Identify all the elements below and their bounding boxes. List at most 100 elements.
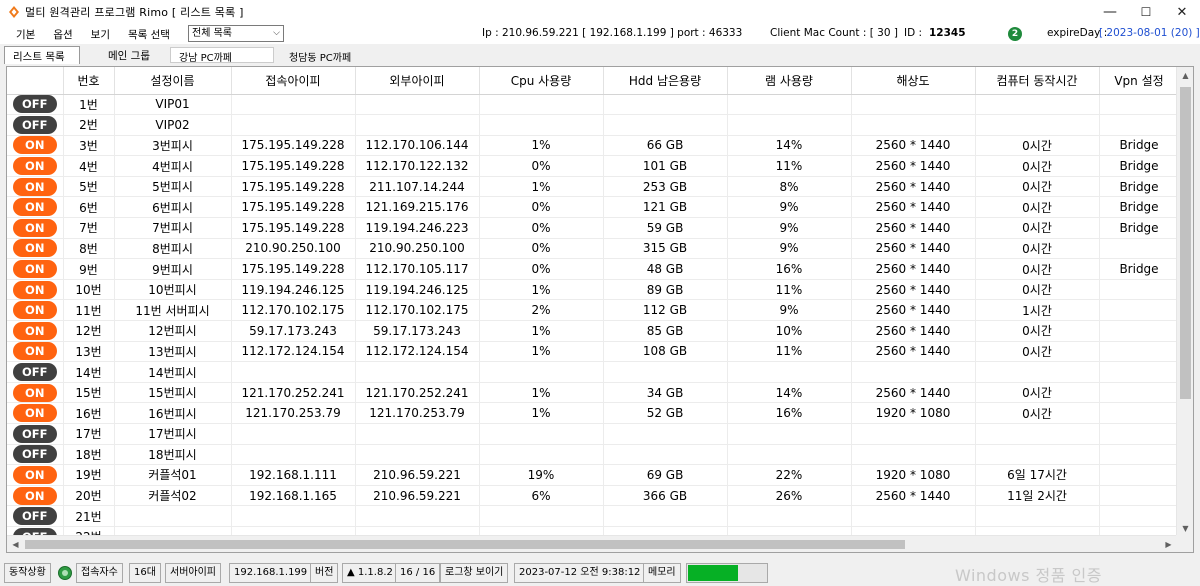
table-row[interactable]: ON 20번 커플석02 192.168.1.165 210.96.59.221 6% 36… <box>7 485 1180 507</box>
table-row[interactable]: OFF 14번 14번피시 <box>7 361 1180 383</box>
power-toggle[interactable]: ON <box>12 157 57 176</box>
table-row[interactable]: ON 6번 6번피시 175.195.149.228 121.169.215.176 0%… <box>7 196 1180 219</box>
vertical-scrollbar[interactable]: ▲ ▼ <box>1176 67 1193 537</box>
table-row[interactable]: OFF 21번 <box>7 505 1180 527</box>
table-row[interactable]: OFF 18번 18번피시 <box>7 444 1180 466</box>
column-header-1[interactable]: 번호 <box>63 67 115 95</box>
table-row[interactable]: ON 11번 11번 서버피시 112.170.102.175 112.170.102.… <box>7 299 1180 322</box>
scroll-right-icon[interactable]: ▶ <box>1160 536 1177 552</box>
table-header-row: 번호 설정이름 접속아이피 외부아이피 Cpu 사용량 Hdd 남은용량 램 사용량 해상도 컴… <box>7 67 1180 95</box>
power-toggle[interactable]: OFF <box>12 115 57 134</box>
column-header-10[interactable]: Vpn 설정 <box>1099 67 1180 95</box>
ram-usage: 10% <box>727 320 852 342</box>
tab-list[interactable]: 리스트 목록 <box>4 46 80 64</box>
tab-cheongdam[interactable]: 청담동 PC까페 <box>280 47 384 64</box>
table-row[interactable]: ON 4번 4번피시 175.195.149.228 112.170.122.132 0%… <box>7 155 1180 177</box>
vertical-scroll-thumb[interactable] <box>1180 87 1191 399</box>
memory-progress-fill <box>688 565 738 581</box>
table-row[interactable]: ON 9번 9번피시 175.195.149.228 112.170.105.117 0%… <box>7 258 1180 280</box>
maximize-button[interactable]: ☐ <box>1128 0 1164 24</box>
power-toggle-cell: ON <box>7 258 64 280</box>
horizontal-scroll-thumb[interactable] <box>25 540 905 549</box>
power-toggle[interactable]: ON <box>12 404 57 423</box>
power-toggle[interactable]: ON <box>12 239 57 258</box>
menu-view[interactable]: 보기 <box>82 27 119 42</box>
power-toggle[interactable]: OFF <box>12 445 57 464</box>
table-row[interactable]: ON 10번 10번피시 119.194.246.125 119.194.246.125… <box>7 279 1180 301</box>
table-row[interactable]: ON 7번 7번피시 175.195.149.228 119.194.246.223 0%… <box>7 217 1180 239</box>
connect-ip <box>231 361 356 383</box>
row-number: 11번 <box>63 299 115 322</box>
external-ip: 112.170.106.144 <box>355 135 480 157</box>
menu-basic[interactable]: 기본 <box>7 27 44 42</box>
table-row[interactable]: ON 19번 커플석01 192.168.1.111 210.96.59.221 19% 6… <box>7 464 1180 486</box>
setting-name: 12번피시 <box>114 320 232 342</box>
client-list-grid[interactable]: 번호 설정이름 접속아이피 외부아이피 Cpu 사용량 Hdd 남은용량 램 사용량 해상도 컴… <box>6 66 1194 553</box>
id-value: 12345 <box>929 27 966 39</box>
table-row[interactable]: ON 3번 3번피시 175.195.149.228 112.170.106.144 1%… <box>7 135 1180 157</box>
power-toggle[interactable]: ON <box>12 177 57 196</box>
power-toggle[interactable]: ON <box>12 465 57 484</box>
uptime: 0시간 <box>975 258 1100 280</box>
power-toggle[interactable]: OFF <box>12 424 57 443</box>
uptime <box>975 505 1100 527</box>
table-row[interactable]: ON 15번 15번피시 121.170.252.241 121.170.252.241… <box>7 382 1180 404</box>
show-log-button[interactable]: 로그창 보이기 <box>440 563 509 583</box>
table-row[interactable]: ON 13번 13번피시 112.172.124.154 112.172.124.154… <box>7 341 1180 363</box>
power-toggle[interactable]: ON <box>12 136 57 155</box>
hdd-free: 52 GB <box>603 402 728 424</box>
external-ip: 59.17.173.243 <box>355 320 480 342</box>
power-toggle-cell: ON <box>7 196 64 219</box>
column-header-3[interactable]: 접속아이피 <box>231 67 356 95</box>
power-toggle[interactable]: ON <box>12 486 57 505</box>
power-toggle[interactable]: ON <box>12 301 57 320</box>
resolution: 2560 * 1440 <box>851 258 976 280</box>
column-header-0[interactable] <box>7 67 64 95</box>
external-ip <box>355 423 480 445</box>
column-header-6[interactable]: Hdd 남은용량 <box>603 67 728 95</box>
minimize-button[interactable]: — <box>1092 0 1128 24</box>
menu-list-select[interactable]: 목록 선택 <box>119 27 179 42</box>
table-row[interactable]: ON 5번 5번피시 175.195.149.228 211.107.14.244 1% 2… <box>7 176 1180 198</box>
scroll-left-icon[interactable]: ◀ <box>7 536 24 552</box>
hdd-free <box>603 505 728 527</box>
column-header-8[interactable]: 해상도 <box>851 67 976 95</box>
menu-options[interactable]: 옵션 <box>44 27 81 42</box>
setting-name <box>114 505 232 527</box>
power-toggle[interactable]: OFF <box>12 507 57 526</box>
table-row[interactable]: OFF 2번 VIP02 <box>7 114 1180 136</box>
tab-gangnam[interactable]: 강남 PC까페 <box>170 47 274 64</box>
column-header-7[interactable]: 램 사용량 <box>727 67 852 95</box>
ip-info: Ip : 210.96.59.221 [ 192.168.1.199 ] por… <box>482 27 743 39</box>
table-row[interactable]: ON 16번 16번피시 121.170.253.79 121.170.253.79 1%… <box>7 402 1180 424</box>
horizontal-scrollbar[interactable]: ◀ ▶ <box>7 535 1177 552</box>
power-toggle[interactable]: ON <box>12 218 57 237</box>
column-header-5[interactable]: Cpu 사용량 <box>479 67 604 95</box>
power-toggle[interactable]: ON <box>12 383 57 402</box>
setting-name: VIP01 <box>114 94 232 116</box>
row-number: 3번 <box>63 135 115 157</box>
close-button[interactable]: ✕ <box>1164 0 1200 24</box>
power-toggle[interactable]: OFF <box>12 363 57 382</box>
ram-usage: 9% <box>727 196 852 219</box>
power-toggle[interactable]: ON <box>12 260 57 279</box>
power-toggle[interactable]: ON <box>12 321 57 340</box>
table-row[interactable]: OFF 17번 17번피시 <box>7 423 1180 445</box>
power-toggle[interactable]: ON <box>12 342 57 361</box>
vpn-setting <box>1099 444 1180 466</box>
tab-main-group[interactable]: 메인 그룹 <box>100 46 158 64</box>
list-select-value: 전체 목록 <box>192 28 232 39</box>
column-header-2[interactable]: 설정이름 <box>114 67 232 95</box>
table-row[interactable]: ON 8번 8번피시 210.90.250.100 210.90.250.100 0% 31… <box>7 238 1180 260</box>
table-row[interactable]: ON 12번 12번피시 59.17.173.243 59.17.173.243 1% 85… <box>7 320 1180 342</box>
scroll-up-icon[interactable]: ▲ <box>1177 67 1193 84</box>
power-toggle[interactable]: ON <box>12 280 57 299</box>
table-row[interactable]: OFF 1번 VIP01 <box>7 94 1180 116</box>
menu-bar: 기본 옵션 보기 목록 선택 전체 목록 ⌵ Ip : 210.96.59.22… <box>0 24 1200 44</box>
column-header-9[interactable]: 컴퓨터 동작시간 <box>975 67 1100 95</box>
uptime <box>975 114 1100 136</box>
list-select-dropdown[interactable]: 전체 목록 ⌵ <box>188 25 284 42</box>
power-toggle[interactable]: OFF <box>12 95 57 114</box>
power-toggle[interactable]: ON <box>12 198 57 217</box>
column-header-4[interactable]: 외부아이피 <box>355 67 480 95</box>
